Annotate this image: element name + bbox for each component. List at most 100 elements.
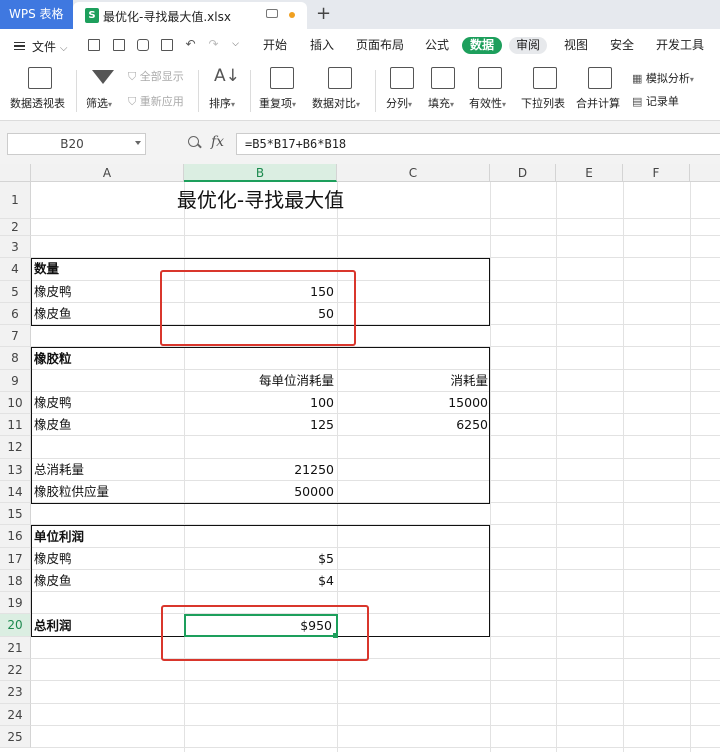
row-header-9[interactable]: 9 xyxy=(0,370,31,392)
row-header-20[interactable]: 20 xyxy=(0,614,31,637)
validation-label-text: 有效性 xyxy=(469,97,502,110)
cell-a8[interactable]: 橡胶粒 xyxy=(34,348,72,370)
monitor-icon[interactable] xyxy=(266,9,278,18)
row-header-14[interactable]: 14 xyxy=(0,481,31,503)
column-header-f[interactable]: F xyxy=(623,164,690,182)
cell-b17[interactable]: $5 xyxy=(184,548,334,570)
cell-c9[interactable]: 消耗量 xyxy=(337,370,488,392)
tab-security[interactable]: 安全 xyxy=(610,37,634,54)
tab-review[interactable]: 审阅 xyxy=(509,37,548,54)
save-icon[interactable] xyxy=(88,39,100,51)
print-preview-icon[interactable] xyxy=(161,39,173,51)
app-home-tab[interactable]: WPS 表格 xyxy=(0,0,73,29)
show-all-button[interactable]: ⛉ 全部显示 xyxy=(128,68,184,84)
tab-home[interactable]: 开始 xyxy=(263,37,287,54)
cell-a14[interactable]: 橡胶粒供应量 xyxy=(34,481,109,503)
row-header-7[interactable]: 7 xyxy=(0,325,31,347)
data-validation-button[interactable]: 有效性▾ xyxy=(468,64,514,116)
consolidate-button[interactable]: 合并计算 xyxy=(576,64,624,116)
column-header-e[interactable]: E xyxy=(556,164,623,182)
chevron-down-icon[interactable] xyxy=(135,141,141,145)
cell-a6[interactable]: 橡皮鱼 xyxy=(34,303,72,325)
duplicates-button[interactable]: 重复项▾ xyxy=(259,64,305,116)
cell-b18[interactable]: $4 xyxy=(184,570,334,592)
what-if-label: 模拟分析 xyxy=(645,72,690,85)
row-header-13[interactable]: 13 xyxy=(0,459,31,481)
cell-a13[interactable]: 总消耗量 xyxy=(34,459,84,481)
hamburger-menu-icon[interactable] xyxy=(14,42,25,50)
record-form-button[interactable]: ▤ 记录单 xyxy=(632,93,679,109)
file-menu[interactable]: 文件 ⌵ xyxy=(32,38,67,55)
row-header-1[interactable]: 1 xyxy=(0,182,31,219)
cell-a10[interactable]: 橡皮鸭 xyxy=(34,392,72,414)
row-header-19[interactable]: 19 xyxy=(0,592,31,614)
formula-input[interactable]: =B5*B17+B6*B18 xyxy=(236,133,720,155)
row-header-3[interactable]: 3 xyxy=(0,236,31,258)
sheet-title-cell[interactable]: 最优化-寻找最大值 xyxy=(31,182,490,219)
row-header-23[interactable]: 23 xyxy=(0,681,31,704)
row-header-4[interactable]: 4 xyxy=(0,258,31,281)
fill-button[interactable]: 填充▾ xyxy=(426,64,462,116)
row-header-10[interactable]: 10 xyxy=(0,392,31,414)
row-header-17[interactable]: 17 xyxy=(0,548,31,570)
redo-icon[interactable]: ↷ xyxy=(207,38,220,51)
row-header-2[interactable]: 2 xyxy=(0,219,31,236)
customize-chevron-icon[interactable]: ⌵ xyxy=(229,38,242,51)
cell-b14[interactable]: 50000 xyxy=(184,481,334,503)
reapply-button[interactable]: ⛉ 重新应用 xyxy=(128,93,184,109)
row-header-25[interactable]: 25 xyxy=(0,726,31,748)
tab-view[interactable]: 视图 xyxy=(564,37,588,54)
name-box[interactable]: B20 xyxy=(7,133,146,155)
cell-c11[interactable]: 6250 xyxy=(337,414,488,436)
row-header-15[interactable]: 15 xyxy=(0,503,31,525)
undo-icon[interactable]: ↶ xyxy=(184,38,197,51)
cell-b13[interactable]: 21250 xyxy=(184,459,334,481)
cell-a16[interactable]: 单位利润 xyxy=(34,526,84,548)
print-icon[interactable] xyxy=(137,39,149,51)
text-to-columns-button[interactable]: 分列▾ xyxy=(384,64,420,116)
tab-developer[interactable]: 开发工具 xyxy=(656,37,704,54)
cell-a18[interactable]: 橡皮鱼 xyxy=(34,570,72,592)
cell-b10[interactable]: 100 xyxy=(184,392,334,414)
row-header-6[interactable]: 6 xyxy=(0,303,31,325)
column-header-b[interactable]: B xyxy=(184,164,337,182)
column-header-d[interactable]: D xyxy=(490,164,556,182)
cell-b9[interactable]: 每单位消耗量 xyxy=(184,370,334,392)
column-header-a[interactable]: A xyxy=(31,164,184,182)
what-if-analysis-button[interactable]: ▦ 模拟分析▾ xyxy=(632,70,694,86)
tab-data[interactable]: 数据 xyxy=(462,37,503,54)
cell-a11[interactable]: 橡皮鱼 xyxy=(34,414,72,436)
formula-bar: B20 fx =B5*B17+B6*B18 xyxy=(0,121,720,164)
sort-button[interactable]: A↓ 排序▾ xyxy=(206,64,246,116)
dropdown-list-button[interactable]: 下拉列表 xyxy=(521,64,569,116)
row-header-16[interactable]: 16 xyxy=(0,525,31,548)
row-header-22[interactable]: 22 xyxy=(0,659,31,681)
spreadsheet-app-window: WPS 表格 S 最优化-寻找最大值.xlsx + 文件 ⌵ ↶ ↷ ⌵ 开始 … xyxy=(0,0,720,752)
export-icon[interactable] xyxy=(113,39,125,51)
select-all-corner[interactable] xyxy=(0,164,31,182)
insert-function-icon[interactable]: fx xyxy=(211,134,224,150)
row-header-24[interactable]: 24 xyxy=(0,704,31,726)
new-tab-plus-icon[interactable]: + xyxy=(316,3,331,25)
pivot-table-button[interactable]: 数据透视表 xyxy=(10,64,70,116)
cell-a4[interactable]: 数量 xyxy=(34,258,59,280)
cell-a20[interactable]: 总利润 xyxy=(34,615,72,637)
cell-a17[interactable]: 橡皮鸭 xyxy=(34,548,72,570)
column-header-c[interactable]: C xyxy=(337,164,490,182)
tab-page-layout[interactable]: 页面布局 xyxy=(356,37,404,54)
cell-c10[interactable]: 15000 xyxy=(337,392,488,414)
row-header-12[interactable]: 12 xyxy=(0,436,31,459)
cell-a5[interactable]: 橡皮鸭 xyxy=(34,281,72,303)
row-header-18[interactable]: 18 xyxy=(0,570,31,592)
row-header-8[interactable]: 8 xyxy=(0,347,31,370)
row-header-21[interactable]: 21 xyxy=(0,637,31,659)
data-compare-button[interactable]: 数据对比▾ xyxy=(312,64,368,116)
tab-formula[interactable]: 公式 xyxy=(425,37,449,54)
tab-insert[interactable]: 插入 xyxy=(310,37,334,54)
search-icon[interactable] xyxy=(188,136,199,147)
cell-b11[interactable]: 125 xyxy=(184,414,334,436)
document-tab[interactable]: S 最优化-寻找最大值.xlsx xyxy=(73,2,307,29)
row-header-11[interactable]: 11 xyxy=(0,414,31,436)
filter-button[interactable]: 筛选▾ xyxy=(86,64,122,116)
row-header-5[interactable]: 5 xyxy=(0,281,31,303)
